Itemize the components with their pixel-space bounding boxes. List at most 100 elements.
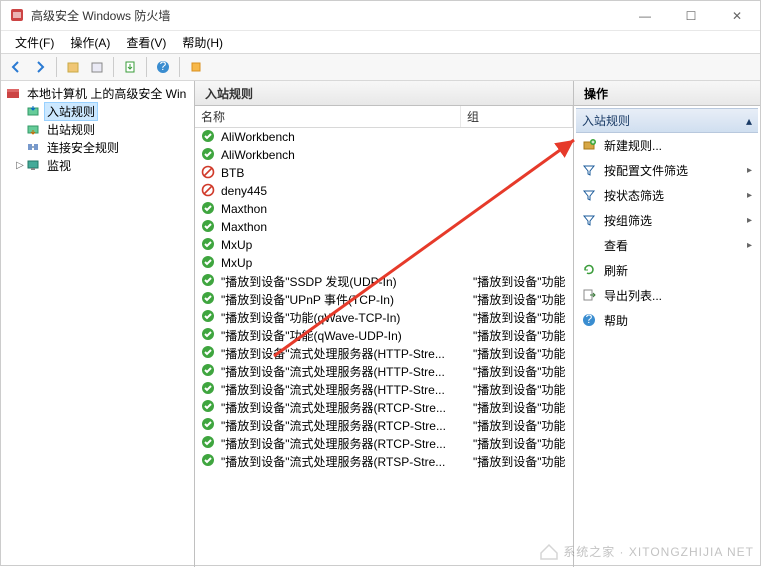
rule-name: "播放到设备"流式处理服务器(RTCP-Stre... <box>221 399 473 416</box>
app-icon <box>9 8 25 24</box>
rule-row[interactable]: BTB <box>195 164 573 182</box>
refresh-icon <box>582 263 598 279</box>
block-icon <box>201 165 217 181</box>
rule-name: AliWorkbench <box>221 130 473 144</box>
rule-group: "播放到设备"功能 <box>473 345 573 362</box>
rule-name: "播放到设备"流式处理服务器(RTCP-Stre... <box>221 435 473 452</box>
tree-monitor[interactable]: ▷ 监视 <box>1 156 194 174</box>
tb-up-button[interactable] <box>62 56 84 78</box>
rule-list[interactable]: AliWorkbench AliWorkbench BTB deny445 Maxtho… <box>195 128 573 567</box>
minimize-button[interactable]: — <box>622 1 668 31</box>
rule-row[interactable]: "播放到设备"流式处理服务器(HTTP-Stre..."播放到设备"功能 <box>195 344 573 362</box>
rule-name: Maxthon <box>221 220 473 234</box>
menu-operation[interactable]: 操作(A) <box>62 32 118 53</box>
allow-icon <box>201 363 217 379</box>
rule-row[interactable]: MxUp <box>195 236 573 254</box>
allow-icon <box>201 453 217 469</box>
rule-row[interactable]: "播放到设备"流式处理服务器(RTCP-Stre..."播放到设备"功能 <box>195 416 573 434</box>
rule-row[interactable]: "播放到设备"SSDP 发现(UDP-In)"播放到设备"功能 <box>195 272 573 290</box>
tb-export-button[interactable] <box>119 56 141 78</box>
rule-row[interactable]: deny445 <box>195 182 573 200</box>
chevron-right-icon: ▸ <box>747 165 752 176</box>
rule-row[interactable]: "播放到设备"流式处理服务器(RTSP-Stre..."播放到设备"功能 <box>195 452 573 470</box>
rule-name: "播放到设备"流式处理服务器(HTTP-Stre... <box>221 345 473 362</box>
rule-name: "播放到设备"UPnP 事件(TCP-In) <box>221 291 473 308</box>
rule-name: "播放到设备"流式处理服务器(HTTP-Stre... <box>221 363 473 380</box>
middle-header: 入站规则 <box>195 81 573 106</box>
rule-group: "播放到设备"功能 <box>473 363 573 380</box>
menu-file[interactable]: 文件(F) <box>7 32 62 53</box>
allow-icon <box>201 201 217 217</box>
tb-help-button[interactable]: ? <box>152 56 174 78</box>
rule-row[interactable]: MxUp <box>195 254 573 272</box>
connsec-icon <box>25 139 41 155</box>
rule-group: "播放到设备"功能 <box>473 273 573 290</box>
allow-icon <box>201 291 217 307</box>
rule-row[interactable]: "播放到设备"流式处理服务器(RTCP-Stre..."播放到设备"功能 <box>195 434 573 452</box>
nav-back-button[interactable] <box>5 56 27 78</box>
expand-icon[interactable]: ▷ <box>15 160 25 171</box>
action-new-rule[interactable]: 新建规则... <box>576 133 758 158</box>
rule-row[interactable]: "播放到设备"流式处理服务器(HTTP-Stre..."播放到设备"功能 <box>195 380 573 398</box>
column-group[interactable]: 组 <box>461 106 573 127</box>
rule-row[interactable]: AliWorkbench <box>195 128 573 146</box>
allow-icon <box>201 327 217 343</box>
rule-row[interactable]: Maxthon <box>195 218 573 236</box>
menu-help[interactable]: 帮助(H) <box>174 32 231 53</box>
rule-row[interactable]: "播放到设备"流式处理服务器(HTTP-Stre..."播放到设备"功能 <box>195 362 573 380</box>
action-group-title[interactable]: 入站规则 ▴ <box>576 108 758 133</box>
rule-row[interactable]: Maxthon <box>195 200 573 218</box>
rule-name: deny445 <box>221 184 473 198</box>
allow-icon <box>201 255 217 271</box>
allow-icon <box>201 399 217 415</box>
rule-group: "播放到设备"功能 <box>473 327 573 344</box>
window-title: 高级安全 Windows 防火墙 <box>31 7 622 24</box>
tree-connection-security[interactable]: 连接安全规则 <box>1 138 194 156</box>
rule-row[interactable]: "播放到设备"功能(qWave-UDP-In)"播放到设备"功能 <box>195 326 573 344</box>
rule-name: AliWorkbench <box>221 148 473 162</box>
chevron-right-icon: ▸ <box>747 240 752 251</box>
action-filter-group[interactable]: 按组筛选 ▸ <box>576 208 758 233</box>
maximize-button[interactable]: ☐ <box>668 1 714 31</box>
rule-group: "播放到设备"功能 <box>473 453 573 470</box>
action-refresh[interactable]: 刷新 <box>576 258 758 283</box>
rule-name: "播放到设备"功能(qWave-UDP-In) <box>221 327 473 344</box>
allow-icon <box>201 219 217 235</box>
column-name[interactable]: 名称 <box>195 106 461 127</box>
watermark: 系统之家 · XITONGZHIJIA NET <box>539 541 754 561</box>
allow-icon <box>201 147 217 163</box>
block-icon <box>201 183 217 199</box>
action-filter-state[interactable]: 按状态筛选 ▸ <box>576 183 758 208</box>
tree-root[interactable]: 本地计算机 上的高级安全 Win <box>1 84 194 102</box>
close-button[interactable]: ✕ <box>714 1 760 31</box>
filter-icon <box>582 163 598 179</box>
rule-group: "播放到设备"功能 <box>473 381 573 398</box>
toolbar-separator <box>56 57 57 77</box>
new-rule-icon <box>582 138 598 154</box>
tb-refresh-button[interactable] <box>185 56 207 78</box>
rule-row[interactable]: "播放到设备"UPnP 事件(TCP-In)"播放到设备"功能 <box>195 290 573 308</box>
firewall-icon <box>5 85 21 101</box>
svg-text:?: ? <box>586 313 593 326</box>
tree-outbound-rules[interactable]: 出站规则 <box>1 120 194 138</box>
rule-name: "播放到设备"流式处理服务器(RTSP-Stre... <box>221 453 473 470</box>
nav-forward-button[interactable] <box>29 56 51 78</box>
collapse-icon[interactable]: ▴ <box>746 114 752 128</box>
toolbar-separator <box>113 57 114 77</box>
menu-view[interactable]: 查看(V) <box>118 32 174 53</box>
rule-row[interactable]: "播放到设备"功能(qWave-TCP-In)"播放到设备"功能 <box>195 308 573 326</box>
rule-name: "播放到设备"流式处理服务器(HTTP-Stre... <box>221 381 473 398</box>
rule-row[interactable]: "播放到设备"流式处理服务器(RTCP-Stre..."播放到设备"功能 <box>195 398 573 416</box>
rule-group: "播放到设备"功能 <box>473 399 573 416</box>
action-help[interactable]: ? 帮助 <box>576 308 758 333</box>
action-export[interactable]: 导出列表... <box>576 283 758 308</box>
tb-print-button[interactable] <box>86 56 108 78</box>
chevron-right-icon: ▸ <box>747 215 752 226</box>
monitor-icon <box>25 157 41 173</box>
tree-inbound-rules[interactable]: 入站规则 <box>1 102 194 120</box>
action-view[interactable]: 查看 ▸ <box>576 233 758 258</box>
rule-name: BTB <box>221 166 473 180</box>
rule-row[interactable]: AliWorkbench <box>195 146 573 164</box>
action-filter-profile[interactable]: 按配置文件筛选 ▸ <box>576 158 758 183</box>
export-icon <box>582 288 598 304</box>
